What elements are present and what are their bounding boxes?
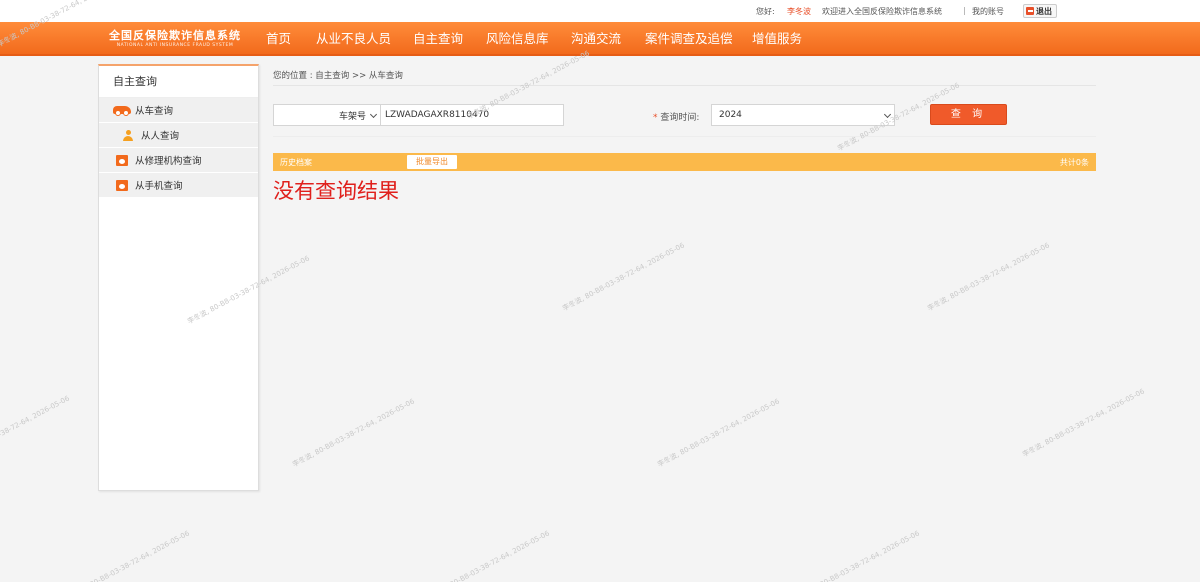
total-count: 共计0条: [1059, 158, 1089, 167]
watermark: 李冬波, 80-B8-03-38-72-64, 2026-05-06: [796, 529, 921, 582]
nav-risk-database[interactable]: 风险信息库: [486, 22, 549, 56]
sidebar-item-label: 从车查询: [135, 106, 174, 117]
car-icon: [113, 104, 131, 116]
nav-value-added[interactable]: 增值服务: [752, 22, 802, 56]
sidebar-item-label: 从人查询: [141, 131, 180, 142]
watermark: 李冬波, 80-B8-03-38-72-64, 2026-05-06: [66, 529, 191, 582]
sidebar-item-label: 从手机查询: [135, 181, 183, 192]
watermark: 李冬波, 80-B8-03-38-72-64, 2026-05-06: [426, 529, 551, 582]
query-time-label: * 查询时间:: [653, 113, 700, 123]
sidebar-item-vehicle[interactable]: 从车查询: [99, 98, 258, 123]
result-header-bar: 历史档案 批量导出 共计0条: [273, 153, 1096, 171]
sidebar-title: 自主查询: [99, 66, 258, 98]
breadcrumb: 您的位置 : 自主查询 >> 从车查询: [273, 71, 403, 81]
field-type-select[interactable]: 车架号: [273, 104, 381, 126]
nav-bad-practitioners[interactable]: 从业不良人员: [316, 22, 391, 56]
separator: |: [963, 6, 966, 15]
sidebar-item-phone[interactable]: 从手机查询: [99, 173, 258, 198]
logo-title-cn: 全国反保险欺诈信息系统: [109, 29, 241, 42]
watermark: 李冬波, 80-B8-03-38-72-64, 2026-05-06: [561, 241, 686, 313]
welcome-text: 欢迎进入全国反保险欺诈信息系统: [822, 7, 942, 16]
repair-shop-icon: [113, 154, 131, 166]
sidebar-item-label: 从修理机构查询: [135, 156, 202, 167]
username-link[interactable]: 李冬波: [787, 6, 811, 17]
nav-communication[interactable]: 沟通交流: [571, 22, 621, 56]
phone-query-icon: [113, 179, 131, 191]
system-logo[interactable]: 全国反保险欺诈信息系统 NATIONAL ANTI INSURANCE FRAU…: [100, 24, 250, 54]
query-button[interactable]: 查 询: [930, 104, 1007, 125]
nav-home[interactable]: 首页: [266, 22, 291, 56]
sidebar: 自主查询 从车查询 从人查询 从修理机构查询 从手机查询: [98, 64, 259, 491]
query-time-select[interactable]: 2024: [711, 104, 895, 126]
vin-input[interactable]: [380, 104, 564, 126]
sidebar-item-person[interactable]: 从人查询: [99, 123, 258, 148]
logo-title-en: NATIONAL ANTI INSURANCE FRAUD SYSTEM: [116, 43, 234, 48]
sidebar-item-repair-shop[interactable]: 从修理机构查询: [99, 148, 258, 173]
history-label: 历史档案: [280, 158, 312, 167]
nav-self-query[interactable]: 自主查询: [413, 22, 463, 56]
divider: [273, 85, 1096, 86]
field-type-value: 车架号: [338, 111, 366, 122]
main-nav: 全国反保险欺诈信息系统 NATIONAL ANTI INSURANCE FRAU…: [0, 22, 1200, 56]
watermark: 李冬波, 80-B8-03-38-72-64, 2026-05-06: [291, 397, 416, 469]
query-time-value: 2024: [719, 110, 742, 120]
logout-button[interactable]: 退出: [1023, 4, 1057, 18]
chevron-down-icon: [369, 110, 378, 119]
watermark: 李冬波, 80-B8-03-38-72-64, 2026-05-06: [926, 241, 1051, 313]
top-strip: 您好: 李冬波 欢迎进入全国反保险欺诈信息系统 | 我的账号 退出: [0, 0, 1200, 22]
my-account-link[interactable]: 我的账号: [972, 6, 1004, 17]
logout-icon: [1026, 7, 1034, 15]
watermark: 李冬波, 80-B8-03-38-72-64, 2026-05-06: [656, 397, 781, 469]
person-icon: [119, 129, 137, 141]
watermark: 李冬波, 80-B8-03-38-72-64, 2026-05-06: [1021, 387, 1146, 459]
logout-label: 退出: [1036, 6, 1052, 16]
watermark: 李冬波, 80-B8-03-38-72-64, 2026-05-06: [0, 394, 71, 465]
greeting-text: 您好:: [756, 7, 775, 16]
batch-export-button[interactable]: 批量导出: [407, 155, 457, 169]
empty-result-message: 没有查询结果: [273, 179, 399, 203]
nav-case-investigation[interactable]: 案件调查及追偿: [645, 22, 733, 56]
divider: [273, 136, 1096, 137]
chevron-down-icon: [883, 110, 892, 119]
